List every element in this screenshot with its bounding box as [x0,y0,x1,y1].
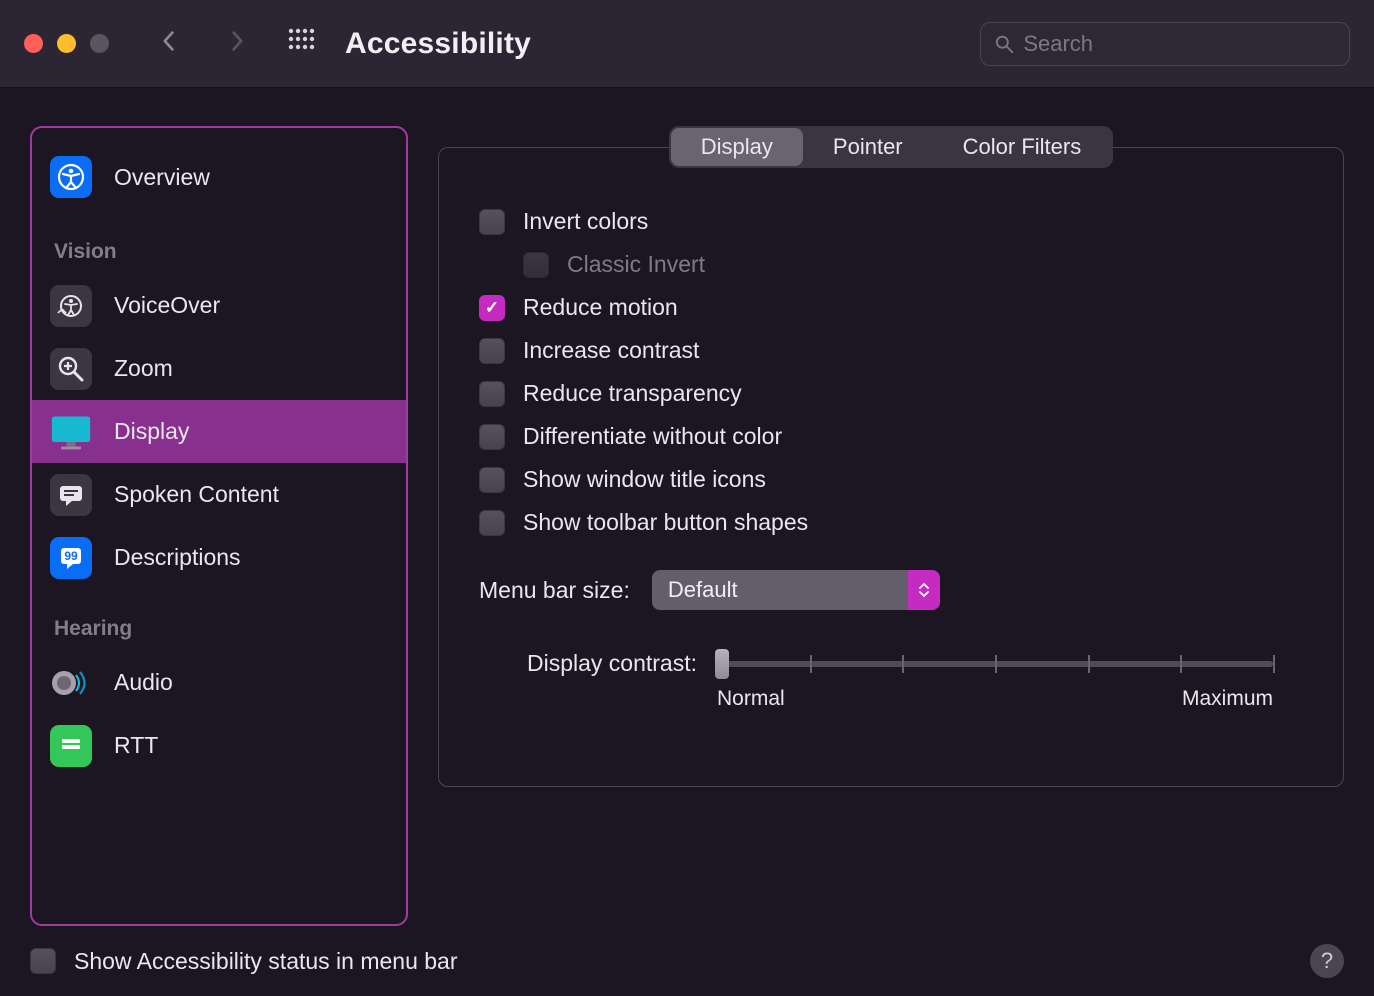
checkbox-classic-invert [523,252,549,278]
select-value: Default [668,577,738,603]
descriptions-icon: 99 [50,537,92,579]
sidebar-item-overview[interactable]: Overview [32,142,406,212]
rtt-icon [50,725,92,767]
sidebar-item-voiceover[interactable]: VoiceOver [32,274,406,337]
show-all-preferences-button[interactable] [287,27,315,60]
menu-bar-size-select[interactable]: Default [652,570,940,610]
option-show-window-title-icons[interactable]: Show window title icons [479,466,1313,493]
tab-display[interactable]: Display [671,128,803,166]
display-contrast-label: Display contrast: [479,648,697,677]
checkbox-show-toolbar-button-shapes[interactable] [479,510,505,536]
page-title: Accessibility [345,27,531,61]
sidebar-section-hearing: Hearing [32,589,406,651]
checkbox-increase-contrast[interactable] [479,338,505,364]
sidebar-item-label: Spoken Content [114,481,279,508]
option-label: Show window title icons [523,466,766,493]
sidebar-item-audio[interactable]: Audio [32,651,406,714]
sidebar-section-vision: Vision [32,212,406,274]
slider-min-label: Normal [717,687,785,711]
select-stepper-icon [908,570,940,610]
display-contrast-slider[interactable]: Normal Maximum [717,648,1313,711]
spoken-content-icon [50,474,92,516]
checkbox-reduce-transparency[interactable] [479,381,505,407]
sidebar-item-label: RTT [114,732,158,759]
checkbox-reduce-motion[interactable] [479,295,505,321]
zoom-window-button[interactable] [90,34,109,53]
option-label: Classic Invert [567,251,705,278]
sidebar-item-descriptions[interactable]: 99 Descriptions [32,526,406,589]
display-icon [50,411,92,453]
menu-bar-size-label: Menu bar size: [479,577,630,604]
back-button[interactable] [159,31,179,56]
minimize-window-button[interactable] [57,34,76,53]
tab-color-filters[interactable]: Color Filters [933,128,1112,166]
checkbox-show-accessibility-status[interactable] [30,948,56,974]
option-label: Increase contrast [523,337,699,364]
zoom-icon [50,348,92,390]
sidebar-item-label: Descriptions [114,544,241,571]
option-show-toolbar-button-shapes[interactable]: Show toolbar button shapes [479,509,1313,536]
sidebar-item-rtt[interactable]: RTT [32,714,406,777]
display-tabs: Display Pointer Color Filters [669,126,1113,168]
search-field[interactable] [980,22,1350,66]
svg-text:99: 99 [64,549,78,563]
sidebar-item-label: Display [114,418,189,445]
option-label: Reduce motion [523,294,678,321]
option-label: Invert colors [523,208,648,235]
sidebar: Overview Vision VoiceOver Zoom Display [30,126,408,926]
main-content: Display Pointer Color Filters Invert col… [438,126,1344,926]
accessibility-icon [50,156,92,198]
option-show-accessibility-status[interactable]: Show Accessibility status in menu bar [30,948,458,975]
settings-panel: Invert colors Classic Invert Reduce moti… [438,147,1344,787]
option-label: Show Accessibility status in menu bar [74,948,458,975]
forward-button[interactable] [227,31,247,56]
sidebar-item-label: Zoom [114,355,173,382]
history-nav [159,31,247,56]
sidebar-item-label: Overview [114,164,210,191]
close-window-button[interactable] [24,34,43,53]
option-classic-invert: Classic Invert [523,251,1313,278]
audio-icon [50,662,92,704]
sidebar-item-label: Audio [114,669,173,696]
search-input[interactable] [1023,31,1335,57]
footer: Show Accessibility status in menu bar ? [0,926,1374,996]
sidebar-item-spoken-content[interactable]: Spoken Content [32,463,406,526]
titlebar: Accessibility [0,0,1374,88]
option-differentiate-without-color[interactable]: Differentiate without color [479,423,1313,450]
option-reduce-motion[interactable]: Reduce motion [479,294,1313,321]
option-label: Differentiate without color [523,423,782,450]
sidebar-item-zoom[interactable]: Zoom [32,337,406,400]
sidebar-item-display[interactable]: Display [32,400,406,463]
checkbox-differentiate-without-color[interactable] [479,424,505,450]
option-reduce-transparency[interactable]: Reduce transparency [479,380,1313,407]
option-increase-contrast[interactable]: Increase contrast [479,337,1313,364]
tab-pointer[interactable]: Pointer [803,128,933,166]
option-label: Show toolbar button shapes [523,509,808,536]
slider-knob[interactable] [715,649,729,679]
help-button[interactable]: ? [1310,944,1344,978]
voiceover-icon [50,285,92,327]
option-label: Reduce transparency [523,380,742,407]
checkbox-invert-colors[interactable] [479,209,505,235]
checkbox-show-window-title-icons[interactable] [479,467,505,493]
option-invert-colors[interactable]: Invert colors [479,208,1313,235]
slider-max-label: Maximum [1182,687,1273,711]
sidebar-item-label: VoiceOver [114,292,220,319]
window-controls [24,34,109,53]
search-icon [995,34,1013,54]
